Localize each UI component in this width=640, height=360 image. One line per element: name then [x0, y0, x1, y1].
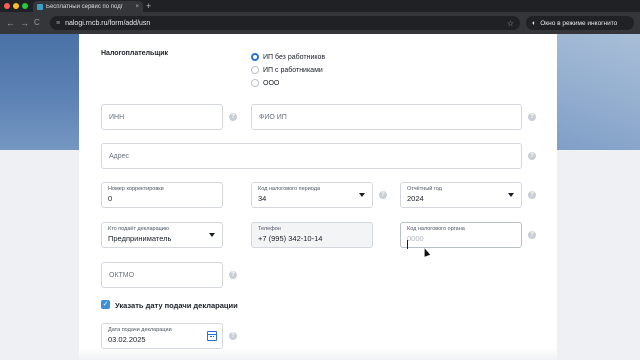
report-year-select[interactable]: Отчётный год 2024 [400, 182, 522, 208]
specify-date-checkbox[interactable]: ✓ [101, 300, 110, 309]
favicon-icon [37, 3, 43, 10]
tax-authority-code-field[interactable]: Код налогового органа 0000 [400, 222, 522, 248]
phone-label: Телефон [258, 226, 281, 232]
report-year-help-icon[interactable]: ? [528, 191, 536, 199]
incognito-label: Окно в режиме инкогнито [540, 19, 618, 27]
incognito-icon: ◐ [532, 19, 537, 27]
radio-ip-with-employees[interactable]: ИП с работниками [251, 66, 323, 74]
inn-field[interactable]: ИНН [101, 104, 223, 130]
oktmo-placeholder: ОКТМО [109, 272, 135, 279]
incognito-badge[interactable]: ◐ Окно в режиме инкогнито [526, 16, 634, 30]
oktmo-help-icon[interactable]: ? [229, 271, 237, 279]
close-window-button[interactable] [4, 3, 10, 9]
url-text[interactable]: nalogi.rncb.ru/form/add/usn [65, 20, 507, 27]
browser-toolbar: ← → C ≡ nalogi.rncb.ru/form/add/usn ☆ ◐ … [0, 12, 640, 34]
radio-label: ООО [263, 79, 280, 87]
address-placeholder: Адрес [109, 153, 130, 160]
tax-authority-help-icon[interactable]: ? [528, 231, 536, 239]
submit-date-field[interactable]: Дата подачи декларации 03.02.2025 [101, 323, 223, 349]
forward-icon[interactable]: → [20, 17, 29, 29]
card-fade [79, 348, 557, 360]
tax-authority-label: Код налогового органа [407, 226, 465, 232]
calendar-icon[interactable] [207, 331, 217, 341]
submitter-value: Предприниматель [108, 234, 172, 243]
fio-field[interactable]: ФИО ИП [251, 104, 522, 130]
radio-selected-icon[interactable] [251, 53, 259, 61]
correction-label: Номер корректировки [108, 186, 164, 192]
radio-label: ИП с работниками [263, 66, 323, 74]
text-caret [407, 240, 408, 249]
correction-value: 0 [108, 194, 113, 203]
fio-help-icon[interactable]: ? [528, 113, 536, 121]
tax-period-select[interactable]: Код налогового периода 34 [251, 182, 373, 208]
report-year-value: 2024 [407, 194, 424, 203]
specify-date-label[interactable]: Указать дату подачи декларации [115, 301, 238, 310]
submitter-select[interactable]: Кто подаёт декларацию Предприниматель [101, 222, 223, 248]
tax-authority-placeholder: 0000 [407, 234, 424, 243]
chevron-down-icon[interactable] [209, 233, 215, 237]
reload-icon[interactable]: C [34, 17, 40, 29]
browser-tab-strip: Бесплатный сервис по подг × + [0, 0, 640, 12]
address-bar[interactable]: ≡ nalogi.rncb.ru/form/add/usn ☆ [50, 16, 520, 30]
phone-value: +7 (995) 342-10-14 [258, 234, 323, 243]
radio-label: ИП без работников [263, 53, 326, 61]
correction-number-field[interactable]: Номер корректировки 0 [101, 182, 223, 208]
browser-tab[interactable]: Бесплатный сервис по подг × [33, 1, 143, 12]
address-field[interactable]: Адрес [101, 143, 522, 169]
submit-date-label: Дата подачи декларации [108, 327, 172, 333]
fio-placeholder: ФИО ИП [259, 114, 287, 121]
submit-date-help-icon[interactable]: ? [229, 332, 237, 340]
address-help-icon[interactable]: ? [528, 152, 536, 160]
inn-placeholder: ИНН [109, 114, 125, 121]
minimize-window-button[interactable] [13, 3, 19, 9]
radio-ip-no-employees[interactable]: ИП без работников [251, 53, 325, 61]
new-tab-button[interactable]: + [146, 1, 151, 11]
chevron-down-icon[interactable] [359, 193, 365, 197]
report-year-label: Отчётный год [407, 186, 442, 192]
site-info-icon[interactable]: ≡ [56, 20, 60, 27]
radio-unselected-icon[interactable] [251, 66, 259, 74]
inn-help-icon[interactable]: ? [229, 113, 237, 121]
chevron-down-icon[interactable] [508, 193, 514, 197]
maximize-window-button[interactable] [22, 3, 28, 9]
bookmark-star-icon[interactable]: ☆ [507, 19, 514, 28]
phone-field[interactable]: Телефон +7 (995) 342-10-14 [251, 222, 373, 248]
oktmo-field[interactable]: ОКТМО [101, 262, 223, 288]
radio-ooo[interactable]: ООО [251, 79, 279, 87]
tax-period-value: 34 [258, 194, 267, 203]
taxpayer-label: Налогоплательщик [101, 50, 169, 57]
tax-period-help-icon[interactable]: ? [379, 191, 387, 199]
back-icon[interactable]: ← [6, 17, 15, 29]
tab-close-icon[interactable]: × [135, 4, 139, 10]
submitter-label: Кто подаёт декларацию [108, 226, 170, 232]
tab-title: Бесплатный сервис по подг [46, 3, 123, 10]
radio-unselected-icon[interactable] [251, 79, 259, 87]
submit-date-value: 03.02.2025 [108, 335, 146, 344]
tax-period-label: Код налогового периода [258, 186, 321, 192]
